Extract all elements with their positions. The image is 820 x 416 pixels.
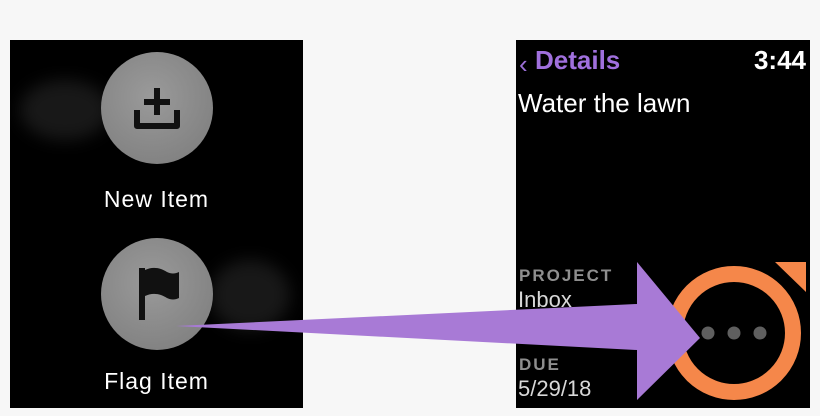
annotation-overlay	[176, 262, 806, 400]
highlight-ring	[667, 262, 806, 400]
more-dot	[701, 326, 715, 340]
annotation-arrow	[176, 262, 700, 400]
more-dot	[753, 326, 767, 340]
more-options-button[interactable]	[701, 326, 767, 340]
more-dot	[727, 326, 741, 340]
